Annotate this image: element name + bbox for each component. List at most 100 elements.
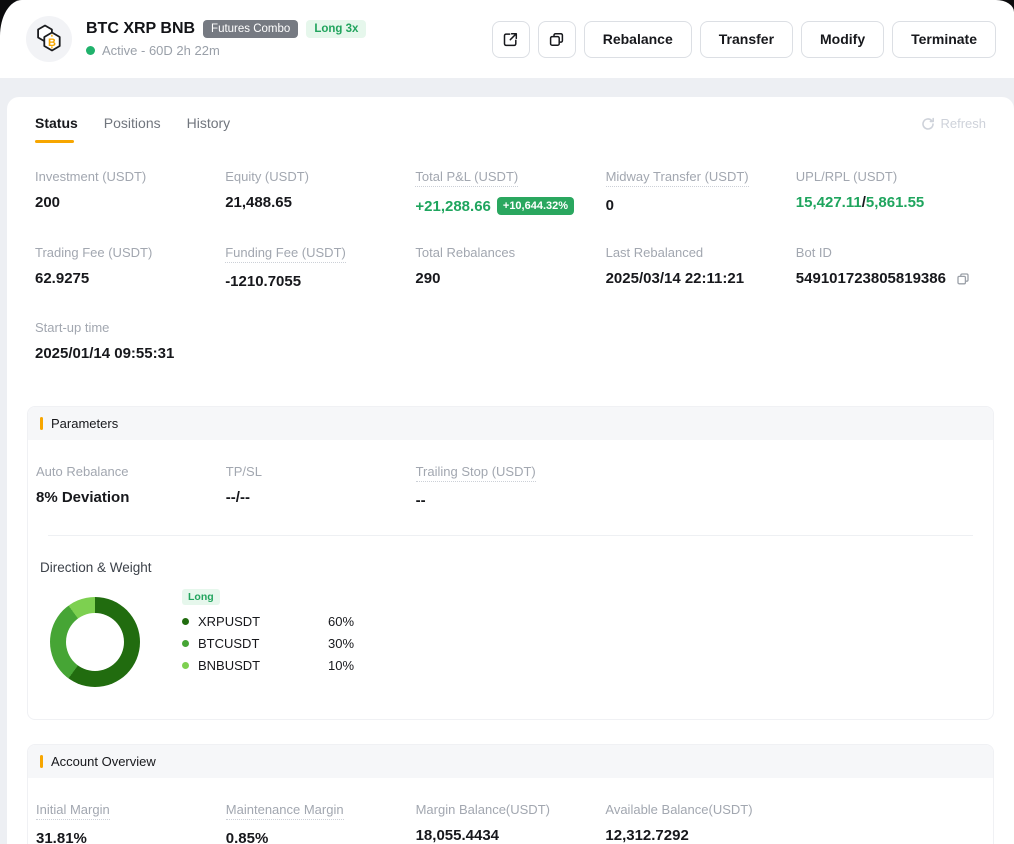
rebalance-button[interactable]: Rebalance xyxy=(584,21,692,58)
stat-value: 0 xyxy=(606,197,796,214)
tab-positions[interactable]: Positions xyxy=(104,115,161,143)
stat-label: Last Rebalanced xyxy=(606,245,704,260)
active-status-dot xyxy=(86,46,95,55)
legend-dot xyxy=(182,640,189,647)
param-auto-rebalance: Auto Rebalance 8% Deviation xyxy=(36,464,226,509)
field-label: Available Balance(USDT) xyxy=(605,802,752,817)
legend-symbol: BNBUSDT xyxy=(198,658,328,673)
param-trailing-stop: Trailing Stop (USDT) -- xyxy=(416,464,606,509)
status-text: Active - 60D 2h 22m xyxy=(102,43,220,58)
stat-equity: Equity (USDT) 21,488.65 xyxy=(225,169,415,215)
legend-percent: 10% xyxy=(328,658,354,673)
field-value: 0.85% xyxy=(226,830,416,844)
param-value: --/-- xyxy=(226,489,416,506)
stat-trading-fee: Trading Fee (USDT) 62.9275 xyxy=(35,245,225,290)
btc-hexagon-icon: B xyxy=(32,22,66,56)
section-accent-bar xyxy=(40,417,43,430)
stat-value: 290 xyxy=(415,270,605,287)
terminate-button[interactable]: Terminate xyxy=(892,21,996,58)
weight-donut-chart xyxy=(50,597,140,687)
account-overview-header: Account Overview xyxy=(28,745,993,778)
direction-weight-title: Direction & Weight xyxy=(40,560,981,575)
bot-identity: B BTC XRP BNB Futures Combo Long 3x Acti… xyxy=(26,16,366,62)
tab-status[interactable]: Status xyxy=(35,115,78,143)
stat-label: Investment (USDT) xyxy=(35,169,146,184)
stat-label: Total Rebalances xyxy=(415,245,515,260)
copy-icon xyxy=(956,272,970,286)
account-overview-fields: Initial Margin 31.81% Maintenance Margin… xyxy=(36,802,985,844)
field-label: Margin Balance(USDT) xyxy=(416,802,550,817)
stat-value: 2025/01/14 09:55:31 xyxy=(35,345,225,362)
field-label-tooltip[interactable]: Initial Margin xyxy=(36,802,110,820)
account-overview-section: Account Overview Initial Margin 31.81% M… xyxy=(27,744,994,844)
field-value: 12,312.7292 xyxy=(605,827,795,844)
legend-side-badge: Long xyxy=(182,589,220,605)
param-label-tooltip[interactable]: Trailing Stop (USDT) xyxy=(416,464,536,482)
param-value: -- xyxy=(416,492,606,509)
share-button[interactable] xyxy=(492,21,530,58)
field-label-tooltip[interactable]: Maintenance Margin xyxy=(226,802,344,820)
section-accent-bar xyxy=(40,755,43,768)
status-stats-grid: Investment (USDT) 200 Equity (USDT) 21,4… xyxy=(35,169,986,362)
section-title: Parameters xyxy=(51,416,118,431)
param-value: 8% Deviation xyxy=(36,489,226,506)
bot-id-value: 549101723805819386 xyxy=(796,270,946,287)
legend-percent: 30% xyxy=(328,636,354,651)
refresh-label: Refresh xyxy=(940,116,986,131)
copy-bot-id-button[interactable] xyxy=(956,272,970,286)
bot-title: BTC XRP BNB xyxy=(86,20,195,38)
pnl-percent-badge: +10,644.32% xyxy=(497,197,574,215)
weight-legend: Long XRPUSDT 60% BTCUSDT 30% BNBUSDT xyxy=(182,589,354,673)
refresh-button[interactable]: Refresh xyxy=(921,116,986,143)
param-tp-sl: TP/SL --/-- xyxy=(226,464,416,509)
field-maintenance-margin: Maintenance Margin 0.85% xyxy=(226,802,416,844)
stat-label-tooltip[interactable]: Funding Fee (USDT) xyxy=(225,245,346,263)
stat-value: -1210.7055 xyxy=(225,273,415,290)
modify-button[interactable]: Modify xyxy=(801,21,884,58)
stat-label: Start-up time xyxy=(35,320,109,335)
section-divider xyxy=(48,535,973,536)
legend-dot xyxy=(182,662,189,669)
stat-label: Trading Fee (USDT) xyxy=(35,245,152,260)
legend-percent: 60% xyxy=(328,614,354,629)
legend-item: BTCUSDT 30% xyxy=(182,636,354,651)
stat-bot-id: Bot ID 549101723805819386 xyxy=(796,245,986,290)
stat-upl-rpl: UPL/RPL (USDT) 15,427.11 / 5,861.55 xyxy=(796,169,986,215)
parameters-fields: Auto Rebalance 8% Deviation TP/SL --/-- … xyxy=(36,464,985,509)
bot-type-badge: Futures Combo xyxy=(203,20,298,38)
param-label: Auto Rebalance xyxy=(36,464,129,479)
legend-symbol: BTCUSDT xyxy=(198,636,328,651)
stat-value: 21,488.65 xyxy=(225,194,415,211)
stat-label-tooltip[interactable]: Midway Transfer (USDT) xyxy=(606,169,749,187)
field-initial-margin: Initial Margin 31.81% xyxy=(36,802,226,844)
detail-tabs: Status Positions History xyxy=(35,115,230,143)
field-value: 31.81% xyxy=(36,830,226,844)
share-icon xyxy=(502,31,519,48)
copy-bot-button[interactable] xyxy=(538,21,576,58)
stat-value: 2025/03/14 22:11:21 xyxy=(606,270,796,287)
stat-label: UPL/RPL (USDT) xyxy=(796,169,897,184)
field-available-balance: Available Balance(USDT) 12,312.7292 xyxy=(605,802,795,844)
stat-investment: Investment (USDT) 200 xyxy=(35,169,225,215)
transfer-button[interactable]: Transfer xyxy=(700,21,793,58)
leverage-badge: Long 3x xyxy=(306,20,366,38)
field-value: 18,055.4434 xyxy=(416,827,606,844)
pnl-value: +21,288.66 xyxy=(415,198,491,215)
bot-logo: B xyxy=(26,16,72,62)
stat-midway-transfer: Midway Transfer (USDT) 0 xyxy=(606,169,796,215)
stat-last-rebalanced: Last Rebalanced 2025/03/14 22:11:21 xyxy=(606,245,796,290)
stat-startup-time: Start-up time 2025/01/14 09:55:31 xyxy=(35,320,225,362)
stat-funding-fee: Funding Fee (USDT) -1210.7055 xyxy=(225,245,415,290)
legend-dot xyxy=(182,618,189,625)
parameters-header: Parameters xyxy=(28,407,993,440)
copy-icon xyxy=(548,31,565,48)
stat-label-tooltip[interactable]: Total P&L (USDT) xyxy=(415,169,518,187)
tab-history[interactable]: History xyxy=(187,115,231,143)
param-label: TP/SL xyxy=(226,464,262,479)
parameters-section: Parameters Auto Rebalance 8% Deviation T… xyxy=(27,406,994,720)
legend-item: BNBUSDT 10% xyxy=(182,658,354,673)
bot-detail-panel: Status Positions History Refresh Investm… xyxy=(7,97,1014,844)
bot-header-card: B BTC XRP BNB Futures Combo Long 3x Acti… xyxy=(0,0,1014,78)
stat-value: 200 xyxy=(35,194,225,211)
stat-total-rebalances: Total Rebalances 290 xyxy=(415,245,605,290)
